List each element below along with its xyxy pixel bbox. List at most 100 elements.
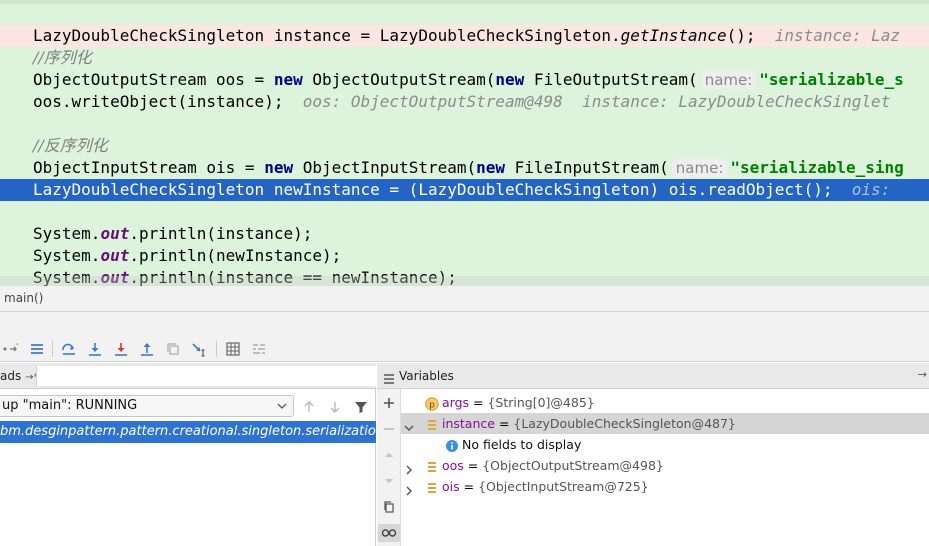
step-over-icon[interactable]: [60, 340, 78, 358]
remove-watch-icon[interactable]: [380, 420, 398, 438]
code-line-comment[interactable]: //反序列化: [0, 135, 929, 157]
variables-panel: Variables → p args = {String[0]@485} ins…: [377, 363, 929, 546]
variables-title: Variables: [399, 369, 454, 383]
run-to-cursor-icon[interactable]: [190, 340, 208, 358]
frames-header: ads →*: [0, 363, 376, 389]
variable-value: {ObjectOutputStream@498}: [482, 458, 664, 473]
copy-icon[interactable]: [380, 498, 398, 516]
code-text: FileOutputStream(: [524, 70, 698, 89]
code-method: getInstance: [620, 26, 727, 45]
variable-row-args[interactable]: p args = {String[0]@485}: [401, 392, 929, 413]
code-text: ObjectOutputStream oos =: [33, 70, 274, 89]
debug-toolbar: *: [0, 336, 929, 362]
variables-header: Variables →: [377, 363, 929, 389]
code-editor[interactable]: LazyDoubleCheckSingleton instance = Lazy…: [0, 0, 929, 286]
move-up-icon[interactable]: [380, 446, 398, 464]
inline-debug-value: ois:: [851, 180, 891, 199]
code-text: LazyDoubleCheckSingleton instance = Lazy…: [33, 26, 621, 45]
toolbar-separator: [52, 341, 53, 357]
variable-row-instance[interactable]: instance = {LazyDoubleCheckSingleton@487…: [401, 413, 929, 434]
code-line-get-instance[interactable]: LazyDoubleCheckSingleton instance = Lazy…: [0, 25, 929, 47]
restore-layout-icon[interactable]: *: [0, 340, 22, 358]
frames-header-field: [36, 366, 376, 386]
breadcrumb-item-main[interactable]: main(): [4, 291, 43, 305]
arrow-down-icon[interactable]: [325, 397, 345, 417]
frames-title: ads →*: [0, 369, 39, 383]
variable-name: oos: [442, 458, 464, 473]
code-text: System.: [33, 246, 101, 265]
code-line-println[interactable]: System.out.println(newInstance);: [0, 245, 929, 267]
chevron-down-icon: [277, 400, 287, 415]
drop-frame-icon[interactable]: [164, 340, 182, 358]
variable-equals: =: [469, 395, 488, 410]
code-line-execution-point[interactable]: LazyDoubleCheckSingleton newInstance = (…: [0, 179, 929, 201]
evaluate-expression-icon[interactable]: [224, 340, 242, 358]
code-line-ois[interactable]: ObjectInputStream ois = new ObjectInputS…: [0, 157, 929, 179]
variable-name: instance: [442, 416, 495, 431]
variable-name: ois: [442, 479, 460, 494]
watches-toggle-icon[interactable]: [378, 524, 400, 542]
breadcrumb: main(): [0, 286, 929, 312]
variable-name: args: [442, 395, 470, 410]
parameter-name-hint: name:: [700, 71, 757, 89]
chevron-right-icon[interactable]: [404, 481, 414, 496]
code-line-comment[interactable]: //序列化: [0, 47, 929, 69]
no-fields-message: No fields to display: [462, 437, 582, 452]
thread-selector-value: up "main": RUNNING: [2, 398, 138, 413]
pin-icon[interactable]: →: [918, 368, 927, 381]
frames-panel: ads →* up "main": RUNNING bm.desginpatte…: [0, 363, 376, 546]
parameter-icon: p: [425, 396, 439, 411]
code-line-println[interactable]: System.out.println(instance);: [0, 223, 929, 245]
variables-side-toolbar: [377, 389, 401, 546]
code-text: .println(instance);: [129, 224, 313, 243]
svg-text:p: p: [429, 401, 435, 411]
code-text: ();: [726, 26, 756, 45]
move-down-icon[interactable]: [380, 472, 398, 490]
field-icon: [425, 417, 439, 431]
thread-row: up "main": RUNNING: [0, 393, 376, 419]
code-text: ObjectInputStream(: [293, 158, 477, 177]
trace-current-stream-icon[interactable]: [250, 340, 268, 358]
code-keyword: new: [273, 70, 303, 89]
code-line-write-object[interactable]: oos.writeObject(instance); oos: ObjectOu…: [0, 91, 929, 113]
thread-selector[interactable]: up "main": RUNNING: [0, 395, 294, 417]
step-into-icon[interactable]: [86, 340, 104, 358]
svg-text:*: *: [16, 343, 19, 349]
code-keyword: new: [495, 70, 525, 89]
code-keyword: new: [476, 158, 506, 177]
code-string: "serializable_s: [759, 70, 904, 89]
field-icon: [425, 480, 439, 494]
show-execution-point-icon[interactable]: [28, 340, 46, 358]
stack-frame-item[interactable]: bm.desginpattern.pattern.creational.sing…: [0, 421, 376, 443]
code-text: ObjectOutputStream(: [302, 70, 496, 89]
variables-panel-icon: [383, 370, 395, 389]
variable-value: {ObjectInputStream@725}: [478, 479, 649, 494]
code-text: LazyDoubleCheckSingleton newInstance = (…: [33, 180, 833, 199]
chevron-right-icon[interactable]: [404, 460, 414, 475]
toolbar-separator: [216, 341, 217, 357]
parameter-name-hint: name:: [671, 159, 728, 177]
debug-tab-strip: [0, 312, 929, 336]
variable-row-ois[interactable]: ois = {ObjectInputStream@725}: [401, 476, 929, 497]
variable-equals: =: [494, 416, 514, 431]
arrow-up-icon[interactable]: [299, 397, 319, 417]
variable-value: {LazyDoubleCheckSingleton@487}: [513, 416, 736, 431]
variable-note-row: No fields to display: [401, 434, 929, 455]
filter-icon[interactable]: [351, 397, 371, 417]
editor-top-strip: [0, 0, 929, 4]
code-static-field: out: [100, 246, 130, 265]
force-step-into-icon[interactable]: [112, 340, 130, 358]
add-watch-icon[interactable]: [380, 394, 398, 412]
info-icon: [445, 438, 459, 452]
code-static-field: out: [100, 224, 130, 243]
code-line-oos[interactable]: ObjectOutputStream oos = new ObjectOutpu…: [0, 69, 929, 91]
code-text: oos.writeObject(instance);: [33, 92, 284, 111]
code-text: ObjectInputStream ois =: [33, 158, 265, 177]
variable-row-oos[interactable]: oos = {ObjectOutputStream@498}: [401, 455, 929, 476]
variable-equals: =: [459, 479, 479, 494]
field-icon: [425, 459, 439, 473]
editor-horizontal-scrollbar[interactable]: [0, 276, 929, 286]
step-out-icon[interactable]: [138, 340, 156, 358]
chevron-down-icon[interactable]: [404, 418, 414, 431]
code-comment: //序列化: [33, 48, 92, 67]
